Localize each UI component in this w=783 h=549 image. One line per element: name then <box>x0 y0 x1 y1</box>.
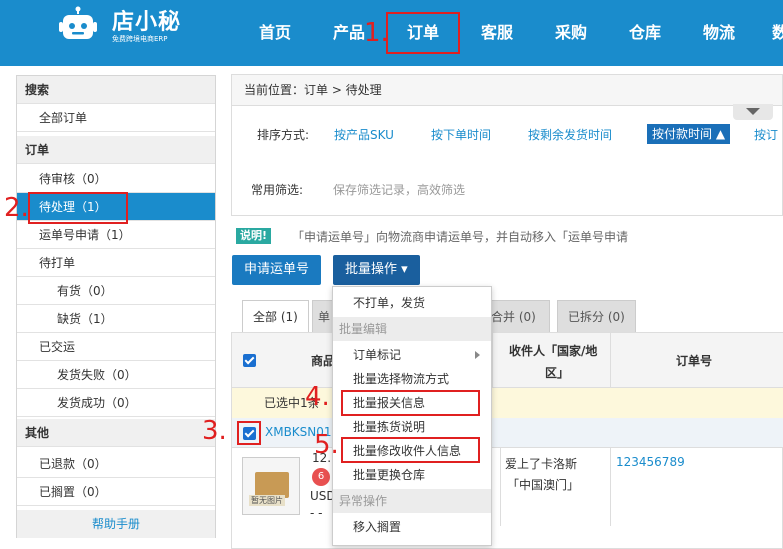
nav-purchase[interactable]: 采购 <box>555 0 587 66</box>
product-image: 暂无图片 <box>242 457 300 515</box>
menu-item-order-mark[interactable]: 订单标记 <box>333 343 491 367</box>
sidebar-item-count: （0） <box>105 396 137 410</box>
nav-service[interactable]: 客服 <box>481 0 513 66</box>
receiver-country: 「中国澳门」 <box>507 478 580 492</box>
nav-logistics[interactable]: 物流 <box>703 0 735 66</box>
logo-subtitle: 免费跨境电商ERP <box>112 35 168 43</box>
step-marker-2: 2. <box>4 193 29 223</box>
dash-fragment: - - <box>310 506 323 520</box>
menu-section-exception: 异常操作 <box>333 489 491 513</box>
col-receiver-header-2: 区」 <box>545 366 570 380</box>
receiver-name: 爱上了卡洛斯 <box>505 457 578 471</box>
col-order-header: 订单号 <box>676 354 713 368</box>
sidebar-item-label: 已搁置 <box>39 485 76 499</box>
batch-operations-button[interactable]: 批量操作 ▾ <box>333 255 420 285</box>
batch-operations-menu: 不打单，发货 批量编辑 订单标记 批量选择物流方式 批量报关信息 批量拣货说明 … <box>332 286 492 546</box>
highlight-box-receiver <box>341 437 480 463</box>
sidebar-item-label: 发货失败 <box>57 368 106 382</box>
breadcrumb: 当前位置：订单 > 待处理 <box>231 74 783 106</box>
nav-data[interactable]: 数 <box>772 0 783 66</box>
nav-warehouse[interactable]: 仓库 <box>629 0 661 66</box>
sidebar-item-label: 缺货 <box>57 312 82 326</box>
sidebar-item-on-hold[interactable]: 已搁置（0） <box>17 478 215 506</box>
step-marker-4: 4. <box>305 382 330 412</box>
menu-item-ship-without-print[interactable]: 不打单，发货 <box>333 291 491 315</box>
sidebar-item-refunded[interactable]: 已退款（0） <box>17 450 215 478</box>
sidebar: 搜索 全部订单 订单 待审核（0） 待处理（1） 运单号申请（1） 待打单 有货… <box>16 75 216 538</box>
sidebar-item-to-print[interactable]: 待打单 <box>17 249 215 277</box>
sidebar-header-orders: 订单 <box>17 136 215 164</box>
order-number-link[interactable]: 123456789 <box>616 455 685 469</box>
help-manual-link[interactable]: 帮助手册 <box>17 510 215 538</box>
sidebar-item-label: 待打单 <box>39 256 76 270</box>
sidebar-item-count: （0） <box>105 368 137 382</box>
sort-label: 排序方式: <box>257 128 310 142</box>
apply-tracking-button[interactable]: 申请运单号 <box>232 255 322 285</box>
menu-section-batch-edit: 批量编辑 <box>333 317 491 341</box>
sidebar-item-label: 有货 <box>57 284 82 298</box>
step-marker-5: 5. <box>314 430 339 460</box>
step-marker-1: 1. <box>364 18 389 48</box>
sidebar-item-ship-success[interactable]: 发货成功（0） <box>17 389 215 417</box>
highlight-box-pending <box>28 192 128 224</box>
sidebar-item-label: 已退款 <box>39 457 76 471</box>
sidebar-item-count: （0） <box>81 284 113 298</box>
sidebar-item-label: 已交运 <box>39 340 76 354</box>
sidebar-item-count: （1） <box>81 312 113 326</box>
column-divider <box>610 448 611 526</box>
sidebar-item-label: 待审核 <box>39 172 76 186</box>
sidebar-header-search: 搜索 <box>17 76 215 104</box>
sidebar-item-out-of-stock[interactable]: 缺货（1） <box>17 305 215 333</box>
sidebar-item-count: （0） <box>75 172 107 186</box>
sort-by-payment-time[interactable]: 按付款时间 ▲ <box>647 124 731 144</box>
step-marker-3: 3. <box>202 416 227 446</box>
sidebar-header-other: 其他 <box>17 419 215 447</box>
collapse-toggle[interactable] <box>733 104 773 120</box>
nav-home[interactable]: 首页 <box>259 0 291 66</box>
submenu-arrow-icon <box>475 351 480 359</box>
logo-text: 店小秘 <box>112 10 182 35</box>
tab-split[interactable]: 已拆分 (0) <box>557 300 636 332</box>
no-image-label: 暂无图片 <box>249 495 285 506</box>
note-badge: 说明! <box>236 228 272 244</box>
sort-by-remaining-time[interactable]: 按剩余发货时间 <box>528 126 612 143</box>
column-divider <box>500 448 501 526</box>
sidebar-item-count: （0） <box>75 485 107 499</box>
column-divider <box>492 333 493 388</box>
note-text: 「申请运单号」向物流商申请运单号，并自动移入「运单号申请 <box>292 230 629 244</box>
tab-merged[interactable]: 合并 (0) <box>486 300 550 332</box>
sort-by-sku[interactable]: 按产品SKU <box>334 126 394 143</box>
sidebar-item-label: 发货成功 <box>57 396 106 410</box>
menu-item-move-to-hold[interactable]: 移入搁置 <box>333 515 491 539</box>
select-all-checkbox[interactable] <box>243 354 256 367</box>
sidebar-item-count: （1） <box>99 228 131 242</box>
robot-logo-icon <box>58 6 98 46</box>
saved-filter-placeholder: 保存筛选记录，高效筛选 <box>333 183 466 197</box>
sidebar-item-ship-failed[interactable]: 发货失败（0） <box>17 361 215 389</box>
sidebar-item-pending-review[interactable]: 待审核（0） <box>17 165 215 193</box>
sidebar-item-in-stock[interactable]: 有货（0） <box>17 277 215 305</box>
highlight-box-checkbox <box>237 421 261 445</box>
filter-panel <box>231 106 783 216</box>
filter-label: 常用筛选: <box>251 183 304 197</box>
sort-by-order-more[interactable]: 按订 <box>754 126 778 143</box>
sort-by-order-time[interactable]: 按下单时间 <box>431 126 491 143</box>
quantity-badge: 6 <box>312 468 330 486</box>
col-receiver-header: 收件人「国家/地 <box>509 344 598 358</box>
sidebar-item-label: 运单号申请 <box>39 228 100 242</box>
menu-item-batch-picking-note[interactable]: 批量拣货说明 <box>333 415 491 439</box>
sidebar-item-all-orders[interactable]: 全部订单 <box>17 104 215 132</box>
highlight-box-orders <box>386 12 460 54</box>
highlight-box-customs <box>341 390 480 416</box>
sidebar-item-count: （0） <box>75 457 107 471</box>
menu-item-batch-shipping-method[interactable]: 批量选择物流方式 <box>333 367 491 391</box>
menu-item-batch-change-warehouse[interactable]: 批量更换仓库 <box>333 463 491 487</box>
column-divider <box>610 333 611 388</box>
tab-all[interactable]: 全部 (1) <box>242 300 309 332</box>
nav-products[interactable]: 产品 <box>333 0 365 66</box>
sidebar-item-shipped[interactable]: 已交运 <box>17 333 215 361</box>
sidebar-item-tracking-apply[interactable]: 运单号申请（1） <box>17 221 215 249</box>
